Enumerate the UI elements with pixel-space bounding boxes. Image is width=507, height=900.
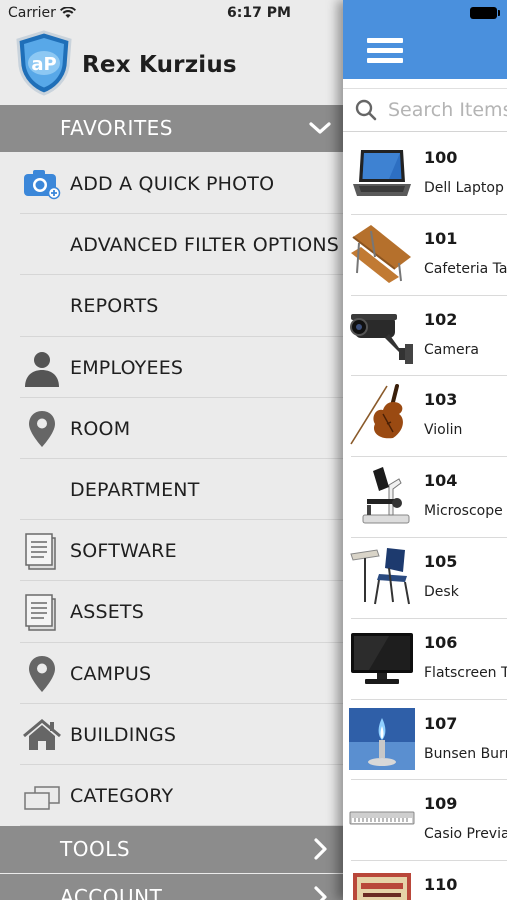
- digital-piano-thumbnail: [349, 811, 415, 825]
- menu-item-label: EMPLOYEES: [70, 356, 184, 379]
- list-item[interactable]: 107 Bunsen Burner: [343, 700, 507, 781]
- menu-item-employees[interactable]: EMPLOYEES: [0, 337, 343, 398]
- house-icon: [23, 718, 61, 750]
- list-item[interactable]: 109 Casio Previa: [343, 780, 507, 861]
- item-name: Flatscreen TV: [424, 664, 507, 681]
- list-item[interactable]: 105 Desk: [343, 538, 507, 619]
- list-item[interactable]: 106 Flatscreen TV: [343, 619, 507, 700]
- book-thumbnail: [353, 873, 411, 900]
- list-item[interactable]: 101 Cafeteria Table: [343, 215, 507, 296]
- item-name: Violin: [424, 422, 463, 439]
- item-number: 109: [424, 794, 458, 814]
- list-item[interactable]: 102 Camera: [343, 296, 507, 377]
- item-number: 110: [424, 875, 458, 895]
- menu-item-label: ADD A QUICK PHOTO: [70, 173, 275, 195]
- item-name: Microscope: [424, 503, 503, 520]
- menu-item-category[interactable]: CATEGORY: [0, 765, 343, 827]
- item-number: 104: [424, 471, 458, 491]
- map-pin-icon: [29, 410, 55, 447]
- side-drawer: aP Rex Kurzius FAVORITES ADD A QUICK PHO…: [0, 0, 343, 900]
- section-tools-label: TOOLS: [60, 837, 131, 861]
- microscope-thumbnail: [362, 467, 410, 524]
- map-pin-icon: [29, 655, 55, 692]
- bunsen-burner-thumbnail: [349, 707, 415, 770]
- item-number: 103: [424, 390, 458, 410]
- violin-thumbnail: [350, 384, 403, 445]
- menu-item-buildings[interactable]: BUILDINGS: [0, 704, 343, 766]
- list-item[interactable]: 100 Dell Laptop: [343, 134, 507, 215]
- menu-item-label: ROOM: [70, 417, 131, 440]
- chevron-right-icon: [314, 838, 327, 860]
- menu-item-label: SOFTWARE: [70, 540, 177, 563]
- item-number: 102: [424, 309, 458, 329]
- items-list: 100 Dell Laptop 101 Cafeteria Table: [343, 134, 507, 900]
- menu-item-software[interactable]: SOFTWARE: [0, 520, 343, 582]
- document-icon: [25, 594, 56, 632]
- section-account-label: ACCOUNT: [60, 885, 163, 900]
- item-number: 105: [424, 551, 458, 571]
- logo-text: aP: [31, 54, 56, 75]
- cafeteria-table-thumbnail: [351, 224, 411, 283]
- item-name: Bunsen Burner: [424, 745, 507, 762]
- list-item[interactable]: 110: [343, 861, 507, 900]
- search-bar: [343, 88, 507, 132]
- menu-item-add-quick-photo[interactable]: ADD A QUICK PHOTO: [0, 153, 343, 215]
- list-item[interactable]: 104 Microscope: [343, 457, 507, 538]
- security-camera-thumbnail: [350, 313, 413, 364]
- profile-header: aP Rex Kurzius: [0, 28, 343, 104]
- item-number: 100: [424, 148, 458, 167]
- item-name: Cafeteria Table: [424, 260, 507, 277]
- menu-item-room[interactable]: ROOM: [0, 398, 343, 460]
- category-icon: [24, 786, 60, 810]
- chevron-right-icon: [314, 886, 327, 900]
- menu-item-label: REPORTS: [70, 295, 159, 318]
- item-name: Casio Previa: [424, 826, 507, 843]
- camera-icon: [24, 170, 61, 200]
- document-icon: [25, 533, 56, 570]
- laptop-thumbnail: [353, 150, 411, 196]
- item-name: Desk: [424, 583, 459, 600]
- item-name: Dell Laptop: [424, 180, 504, 196]
- search-input[interactable]: [388, 97, 507, 123]
- section-tools[interactable]: TOOLS: [0, 826, 343, 873]
- menu-item-label: ASSETS: [70, 601, 144, 624]
- menu-item-label: BUILDINGS: [70, 723, 177, 746]
- student-desk-thumbnail: [350, 547, 410, 605]
- menu-item-label: DEPARTMENT: [70, 478, 200, 501]
- flatscreen-tv-thumbnail: [351, 632, 413, 684]
- app-shield-logo: aP: [16, 30, 72, 96]
- menu-item-label: CAMPUS: [70, 662, 152, 685]
- menu-item-department[interactable]: DEPARTMENT: [0, 459, 343, 521]
- section-account[interactable]: ACCOUNT: [0, 874, 343, 900]
- item-number: 106: [424, 632, 458, 652]
- section-favorites[interactable]: FAVORITES: [0, 105, 343, 152]
- menu-item-reports[interactable]: REPORTS: [0, 275, 343, 337]
- section-favorites-label: FAVORITES: [60, 116, 173, 140]
- hamburger-menu-button[interactable]: [367, 38, 403, 64]
- favorites-menu: ADD A QUICK PHOTO ADVANCED FILTER OPTION…: [0, 153, 343, 827]
- chevron-down-icon: [309, 122, 331, 134]
- item-name: Camera: [424, 341, 479, 358]
- list-item[interactable]: 103 Violin: [343, 376, 507, 457]
- menu-item-assets[interactable]: ASSETS: [0, 581, 343, 643]
- menu-item-advanced-filter-options[interactable]: ADVANCED FILTER OPTIONS: [0, 214, 343, 276]
- item-number: 101: [424, 228, 458, 248]
- search-icon: [355, 99, 377, 121]
- navigation-bar: [343, 0, 507, 79]
- person-icon: [25, 351, 59, 387]
- menu-item-label: CATEGORY: [70, 784, 174, 807]
- item-number: 107: [424, 713, 458, 733]
- menu-item-campus[interactable]: CAMPUS: [0, 643, 343, 704]
- items-panel: 100 Dell Laptop 101 Cafeteria Table: [343, 0, 507, 900]
- menu-item-label: ADVANCED FILTER OPTIONS: [70, 234, 340, 257]
- user-name: Rex Kurzius: [82, 52, 237, 78]
